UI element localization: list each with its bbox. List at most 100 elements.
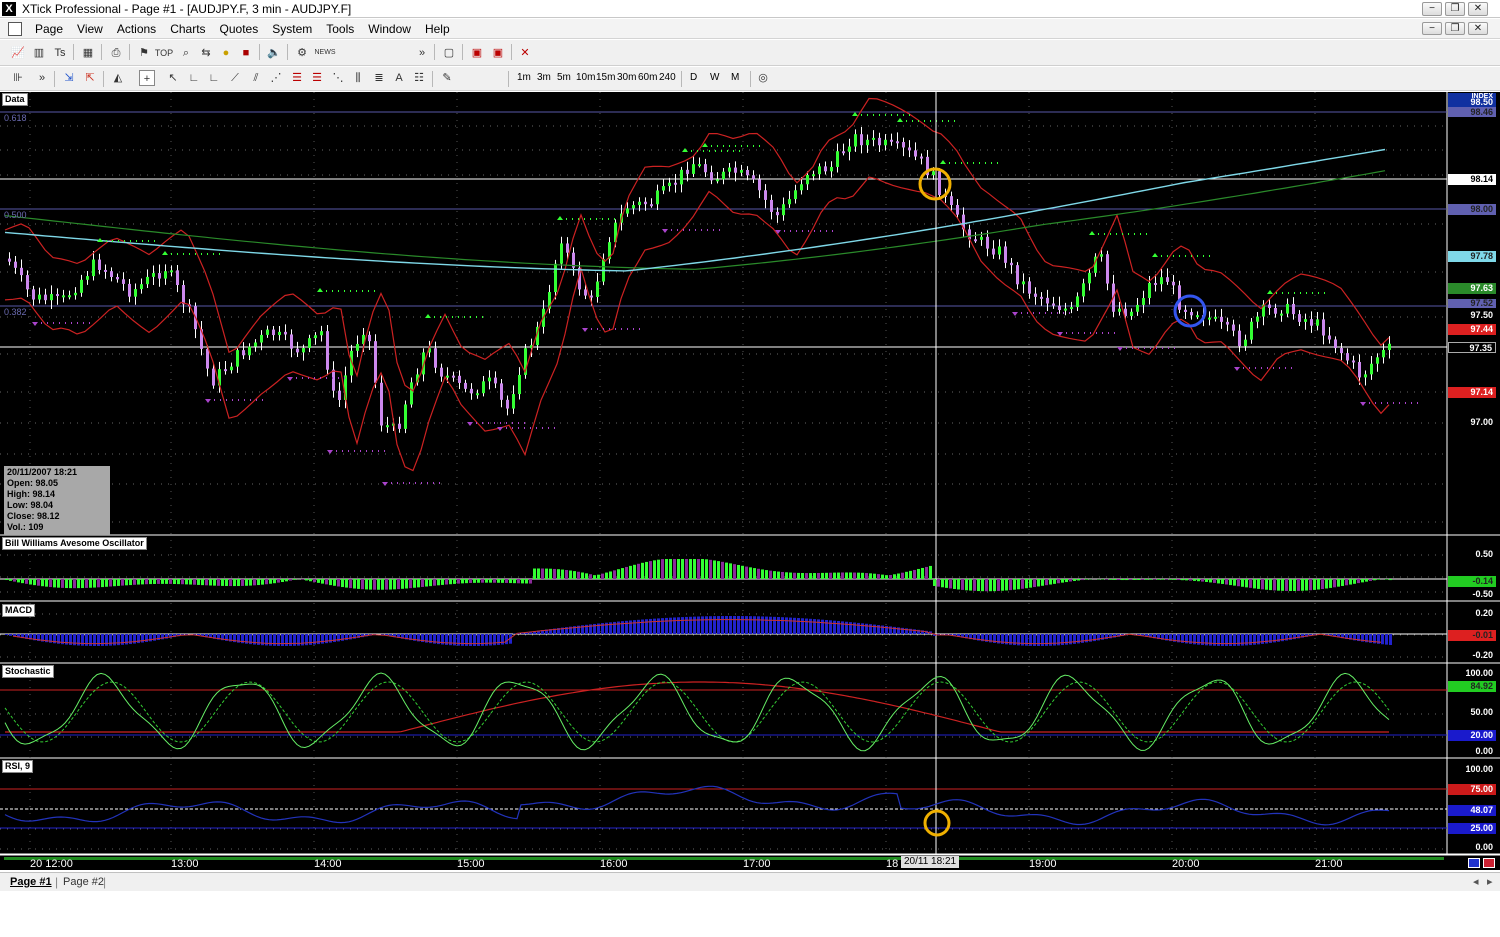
ao-bar bbox=[185, 579, 188, 585]
menu-system[interactable]: System bbox=[265, 22, 319, 36]
fib-retracement-icon[interactable]: ☰ bbox=[309, 70, 325, 86]
close-button[interactable]: ✕ bbox=[1468, 2, 1488, 16]
sound-icon[interactable]: 🔈 bbox=[266, 45, 282, 61]
regression-icon[interactable]: ≣ bbox=[371, 70, 387, 86]
mdi-restore-button[interactable]: ❐ bbox=[1445, 22, 1465, 35]
fractal-down-marker bbox=[582, 328, 588, 332]
candle-body bbox=[50, 294, 53, 301]
timeframe-daily[interactable]: D bbox=[690, 72, 697, 83]
tab-page-1[interactable]: Page #1 bbox=[10, 876, 52, 888]
macd-bar bbox=[641, 619, 644, 634]
candle-body bbox=[470, 388, 473, 394]
macd-bar bbox=[1241, 634, 1244, 646]
timeframe-30m[interactable]: 30m bbox=[617, 72, 636, 83]
ao-bar bbox=[353, 579, 356, 589]
scroll-left-icon[interactable] bbox=[1468, 858, 1480, 868]
settings-icon[interactable]: ⚙ bbox=[294, 45, 310, 61]
fibonacci-icon[interactable]: ☰ bbox=[289, 70, 305, 86]
orders-icon[interactable]: ⇆ bbox=[198, 45, 214, 61]
macd-bar bbox=[317, 634, 320, 645]
close-chart-icon[interactable]: ✕ bbox=[517, 45, 533, 61]
macd-bar bbox=[1269, 634, 1272, 643]
candle-body bbox=[1190, 312, 1193, 316]
zoom-in-icon[interactable]: ⇲ bbox=[61, 70, 77, 86]
toolbar2-overflow-icon[interactable]: » bbox=[34, 70, 50, 86]
macd-bar bbox=[1029, 634, 1032, 646]
menu-charts[interactable]: Charts bbox=[163, 22, 212, 36]
new-page-icon[interactable]: ▢ bbox=[441, 45, 457, 61]
coins-icon[interactable]: ● bbox=[218, 45, 234, 61]
timeframe-1m[interactable]: 1m bbox=[517, 72, 531, 83]
text-tool-icon[interactable]: A bbox=[391, 70, 407, 86]
timeframe-monthly[interactable]: M bbox=[731, 72, 739, 83]
candle-body bbox=[890, 139, 893, 142]
timeframe-240[interactable]: 240 bbox=[659, 72, 676, 83]
channel-icon[interactable]: ⫽ bbox=[248, 70, 264, 86]
tab-page-2[interactable]: Page #2 bbox=[63, 876, 104, 888]
timeframe-10m[interactable]: 10m bbox=[576, 72, 595, 83]
candle-body bbox=[638, 201, 641, 206]
print-icon[interactable]: ⎙ bbox=[108, 45, 124, 61]
ao-bar bbox=[89, 579, 92, 588]
scroll-right-icon[interactable] bbox=[1483, 858, 1495, 868]
horizontal-line-icon[interactable]: ∟ bbox=[186, 70, 202, 86]
maximize-button[interactable]: ❐ bbox=[1445, 2, 1465, 16]
ao-bar bbox=[825, 572, 828, 579]
alert-icon[interactable]: ⚑ bbox=[136, 45, 152, 61]
timeframe-15m[interactable]: 15m bbox=[596, 72, 615, 83]
menu-help[interactable]: Help bbox=[418, 22, 457, 36]
menu-page[interactable]: Page bbox=[28, 22, 70, 36]
cycle-lines-icon[interactable]: ⫼ bbox=[350, 70, 366, 86]
line-chart-icon[interactable]: 📈 bbox=[10, 45, 26, 61]
tab-scroll-right-icon[interactable]: ▸ bbox=[1487, 875, 1493, 888]
macd-bar bbox=[297, 634, 300, 646]
drawing-icon[interactable]: ⊪ bbox=[10, 70, 26, 86]
ts-icon[interactable]: Ts bbox=[52, 45, 68, 61]
bar-chart-icon[interactable]: ▥ bbox=[31, 45, 47, 61]
timeframe-5m[interactable]: 5m bbox=[557, 72, 571, 83]
delete-page-icon[interactable]: ▣ bbox=[469, 45, 485, 61]
timeframe-weekly[interactable]: W bbox=[710, 72, 719, 83]
top-button[interactable]: TOP bbox=[152, 45, 176, 61]
pencil-icon[interactable]: ✎ bbox=[439, 70, 455, 86]
levels-icon[interactable]: ☷ bbox=[411, 70, 427, 86]
ao-bar bbox=[929, 565, 932, 579]
toolbar-overflow-icon[interactable]: » bbox=[414, 45, 430, 61]
trend-line-icon[interactable]: ⟋ bbox=[227, 70, 243, 86]
gann-icon[interactable]: ⋱ bbox=[330, 70, 346, 86]
minimize-button[interactable]: − bbox=[1422, 2, 1442, 16]
menu-window[interactable]: Window bbox=[361, 22, 418, 36]
chart-area[interactable]: Data Bill Williams Avesome Oscillator MA… bbox=[0, 92, 1500, 870]
menu-view[interactable]: View bbox=[70, 22, 110, 36]
mdi-close-button[interactable]: ✕ bbox=[1468, 22, 1488, 35]
timeframe-60m[interactable]: 60m bbox=[638, 72, 657, 83]
zoom-out-icon[interactable]: ⇱ bbox=[82, 70, 98, 86]
flag-icon[interactable]: ■ bbox=[238, 45, 254, 61]
chart-window-icon[interactable] bbox=[8, 22, 22, 36]
news-button[interactable]: NEWS bbox=[314, 45, 336, 61]
table-icon[interactable]: ▦ bbox=[80, 45, 96, 61]
candle-body bbox=[986, 236, 989, 249]
pointer-icon[interactable]: ↖ bbox=[165, 70, 181, 86]
fan-icon[interactable]: ⋰ bbox=[268, 70, 284, 86]
menu-quotes[interactable]: Quotes bbox=[213, 22, 266, 36]
macd-bar bbox=[273, 634, 276, 646]
timeframe-3m[interactable]: 3m bbox=[537, 72, 551, 83]
mdi-minimize-button[interactable]: − bbox=[1422, 22, 1442, 35]
clock-icon[interactable]: ◎ bbox=[755, 70, 771, 86]
menu-actions[interactable]: Actions bbox=[110, 22, 163, 36]
crosshair-icon[interactable]: + bbox=[139, 70, 155, 86]
candle-body bbox=[902, 142, 905, 148]
tab-scroll-left-icon[interactable]: ◂ bbox=[1473, 875, 1479, 888]
candle-body bbox=[1388, 343, 1391, 350]
candle-body bbox=[158, 273, 161, 279]
remove-chart-icon[interactable]: ▣ bbox=[490, 45, 506, 61]
search-icon[interactable]: ⌕ bbox=[178, 45, 194, 61]
ao-bar bbox=[77, 579, 80, 589]
chart-canvas[interactable] bbox=[0, 92, 1500, 870]
chart-type-icon[interactable]: ◭ bbox=[110, 70, 126, 86]
candle-body bbox=[458, 375, 461, 383]
menu-tools[interactable]: Tools bbox=[319, 22, 361, 36]
candle-body bbox=[998, 246, 1001, 255]
vertical-line-icon[interactable]: ∟ bbox=[206, 70, 222, 86]
